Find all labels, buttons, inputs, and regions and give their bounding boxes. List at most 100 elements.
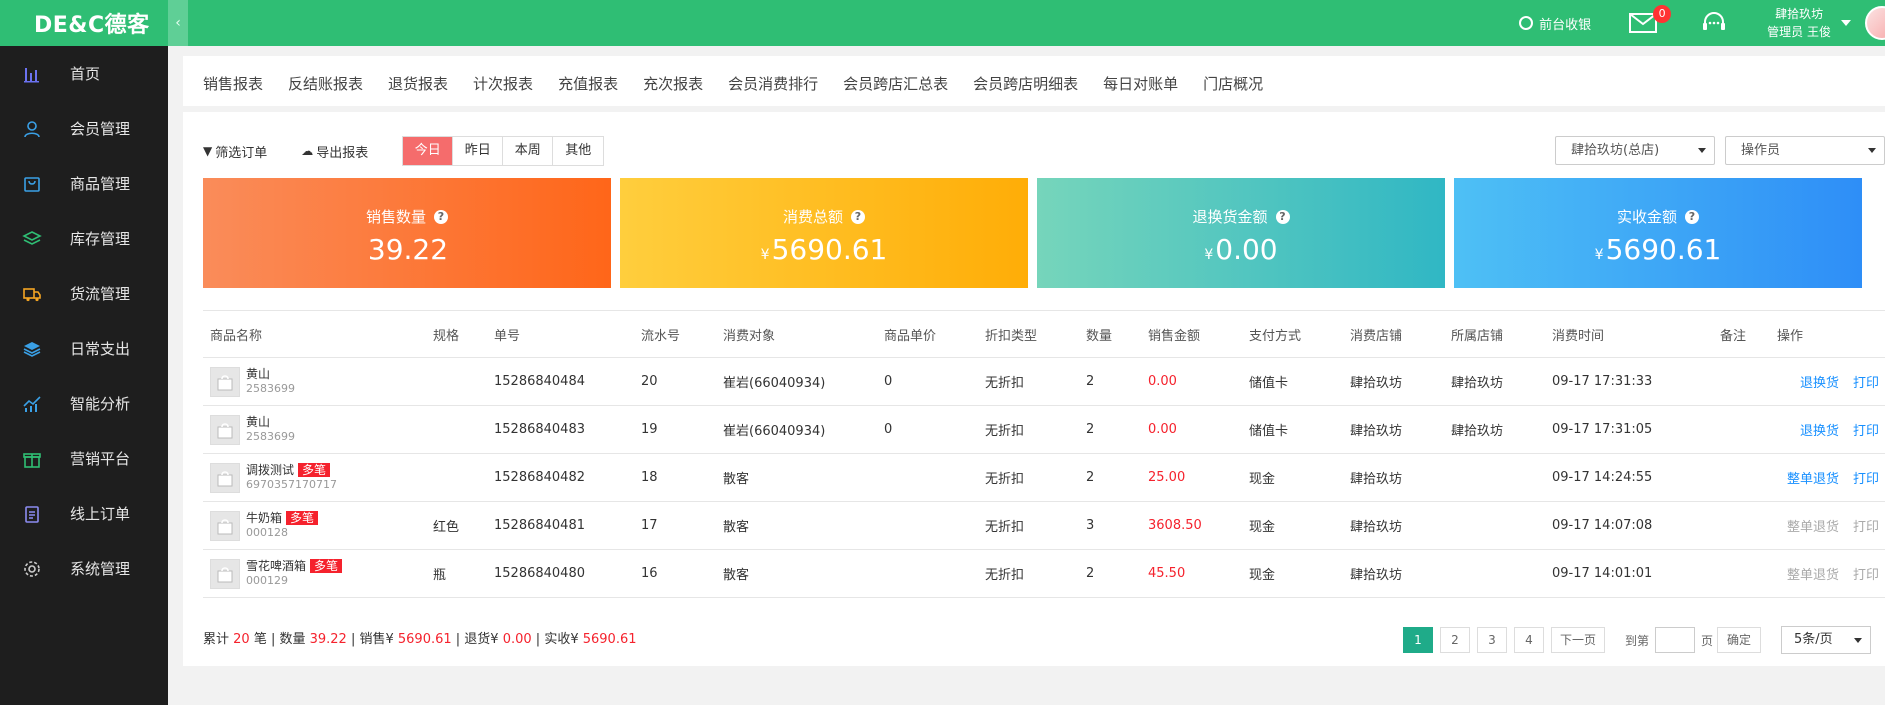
card-value: 39.22 — [367, 233, 449, 266]
time-cell: 09-17 17:31:33 — [1552, 374, 1653, 389]
sidebar-item-label: 日常支出 — [70, 340, 131, 358]
summary-text: | 销售¥ — [346, 632, 398, 647]
filter-label: 筛选订单 — [215, 145, 268, 161]
product-info: 调拨测试 多笔 6970357170717 — [246, 463, 337, 492]
sidebar-item-expenses[interactable]: 日常支出 — [0, 321, 168, 376]
report-tabs: 销售报表 反结账报表 退货报表 计次报表 充值报表 充次报表 会员消费排行 会员… — [183, 56, 1885, 112]
help-icon[interactable]: ? — [1275, 209, 1290, 224]
customer-cell: 散客 — [723, 568, 750, 583]
print-button[interactable]: 打印 — [1853, 420, 1879, 439]
return-button[interactable]: 整单退货 — [1787, 468, 1839, 487]
page-2[interactable]: 2 — [1439, 627, 1470, 653]
collapse-sidebar-button[interactable]: ‹ — [168, 0, 188, 46]
header-actions: 前台收银 0 肆拾玖坊 管理员 王俊 — [1519, 0, 1885, 46]
export-report-button[interactable]: ☁ 导出报表 — [301, 142, 368, 161]
tab-returns[interactable]: 退货报表 — [388, 56, 448, 106]
store-select-value: 肆拾玖坊(总店) — [1571, 143, 1660, 158]
sidebar-item-home[interactable]: 首页 — [0, 46, 168, 101]
period-this-week[interactable]: 本周 — [503, 137, 554, 165]
tab-recharge[interactable]: 充值报表 — [558, 56, 618, 106]
sidebar-item-label: 会员管理 — [70, 120, 131, 138]
period-yesterday[interactable]: 昨日 — [453, 137, 504, 165]
cashier-link[interactable]: 前台收银 — [1519, 14, 1591, 33]
period-selector: 今日 昨日 本周 其他 — [402, 136, 605, 166]
return-button[interactable]: 退换货 — [1800, 420, 1839, 439]
tab-daily-statement[interactable]: 每日对账单 — [1103, 56, 1178, 106]
avatar[interactable] — [1865, 6, 1885, 40]
sidebar-item-settings[interactable]: 系统管理 — [0, 541, 168, 596]
period-other[interactable]: 其他 — [553, 137, 604, 165]
amount-cell: 25.00 — [1148, 470, 1186, 485]
help-icon[interactable]: ? — [434, 209, 448, 224]
sidebar-item-label: 库存管理 — [70, 230, 131, 248]
return-button[interactable]: 整单退货 — [1787, 564, 1839, 583]
top-bar: DE&C德客 ‹ 前台收银 0 肆拾玖坊 管理员 王俊 — [0, 0, 1885, 46]
help-icon[interactable]: ? — [851, 209, 865, 224]
table-row: 黄山 2583699 15286840484 20 崔岩(66040934) 0 无折扣 2 0… — [203, 358, 1885, 406]
user-dropdown-caret[interactable] — [1841, 20, 1851, 26]
period-today[interactable]: 今日 — [403, 137, 454, 165]
product-thumbnail-icon — [210, 510, 240, 541]
sales-table: 商品名称 规格 单号 流水号 消费对象 商品单价 折扣类型 数量 销售金额 支付… — [203, 310, 1885, 598]
page-1[interactable]: 1 — [1402, 627, 1433, 653]
return-button[interactable]: 整单退货 — [1787, 516, 1839, 535]
th-amount: 销售金额 — [1148, 328, 1201, 344]
page-3[interactable]: 3 — [1476, 627, 1507, 653]
tab-sales-report[interactable]: 销售报表 — [203, 56, 263, 106]
store-select[interactable]: 肆拾玖坊(总店) — [1555, 136, 1715, 165]
card-value: 0.00 — [1215, 233, 1278, 266]
table-row: 雪花啤酒箱 多笔 000129 瓶 15286840480 16 散客 无折扣 2 45.50 现金… — [203, 550, 1885, 598]
th-order-no: 单号 — [494, 328, 521, 344]
sidebar-item-products[interactable]: 商品管理 — [0, 156, 168, 211]
product-code: 6970357170717 — [246, 478, 337, 491]
sidebar-item-online-orders[interactable]: 线上订单 — [0, 486, 168, 541]
print-button[interactable]: 打印 — [1853, 372, 1879, 391]
product-thumbnail-icon — [210, 366, 240, 397]
support-button[interactable] — [1701, 10, 1727, 36]
tab-cross-store-detail[interactable]: 会员跨店明细表 — [973, 56, 1078, 106]
print-button[interactable]: 打印 — [1853, 564, 1879, 583]
tab-reverse-checkout[interactable]: 反结账报表 — [288, 56, 363, 106]
next-page-button[interactable]: 下一页 — [1550, 627, 1605, 653]
tab-store-overview[interactable]: 门店概况 — [1203, 56, 1263, 106]
sidebar-item-marketing[interactable]: 营销平台 — [0, 431, 168, 486]
return-button[interactable]: 退换货 — [1800, 372, 1839, 391]
tab-recharge-count[interactable]: 充次报表 — [643, 56, 703, 106]
th-time: 消费时间 — [1552, 328, 1605, 344]
tab-count[interactable]: 计次报表 — [473, 56, 533, 106]
page-size-select[interactable]: 5条/页 — [1781, 626, 1871, 654]
goto-confirm-button[interactable]: 确定 — [1717, 627, 1761, 653]
discount-cell: 无折扣 — [985, 424, 1025, 439]
print-button[interactable]: 打印 — [1853, 468, 1879, 487]
goto-page-input[interactable] — [1654, 627, 1695, 653]
tab-cross-store-summary[interactable]: 会员跨店汇总表 — [843, 56, 948, 106]
chevron-down-icon — [1854, 638, 1862, 643]
th-store: 消费店铺 — [1350, 328, 1403, 344]
card-value: 5690.61 — [771, 233, 888, 266]
help-icon[interactable]: ? — [1685, 209, 1699, 224]
operator-select[interactable]: 操作员 — [1725, 136, 1885, 165]
ops-cell: 整单退货 打印 — [1770, 468, 1885, 487]
filter-orders-button[interactable]: ▼ 筛选订单 — [203, 142, 267, 161]
customer-cell: 崔岩(66040934) — [723, 424, 826, 439]
sidebar-item-inventory[interactable]: 库存管理 — [0, 211, 168, 266]
stack-icon — [22, 339, 42, 359]
qty-cell: 2 — [1086, 422, 1095, 437]
product-thumbnail-icon — [210, 414, 240, 445]
sidebar-item-logistics[interactable]: 货流管理 — [0, 266, 168, 321]
sidebar-item-analytics[interactable]: 智能分析 — [0, 376, 168, 431]
payment-cell: 现金 — [1249, 472, 1276, 487]
product-name: 黄山 — [246, 415, 271, 429]
user-menu[interactable]: 肆拾玖坊 管理员 王俊 — [1767, 5, 1831, 41]
mail-button[interactable]: 0 — [1629, 5, 1672, 33]
product-cell: 雪花啤酒箱 多笔 000129 — [203, 558, 426, 589]
payment-cell: 现金 — [1249, 520, 1276, 535]
operator-select-value: 操作员 — [1741, 143, 1781, 158]
page-4[interactable]: 4 — [1513, 627, 1544, 653]
tab-member-ranking[interactable]: 会员消费排行 — [728, 56, 818, 106]
cashier-icon — [1519, 16, 1534, 30]
store-cell: 肆拾玖坊 — [1350, 568, 1403, 583]
print-button[interactable]: 打印 — [1853, 516, 1879, 535]
sidebar-item-members[interactable]: 会员管理 — [0, 101, 168, 156]
amount-cell: 3608.50 — [1148, 518, 1202, 533]
